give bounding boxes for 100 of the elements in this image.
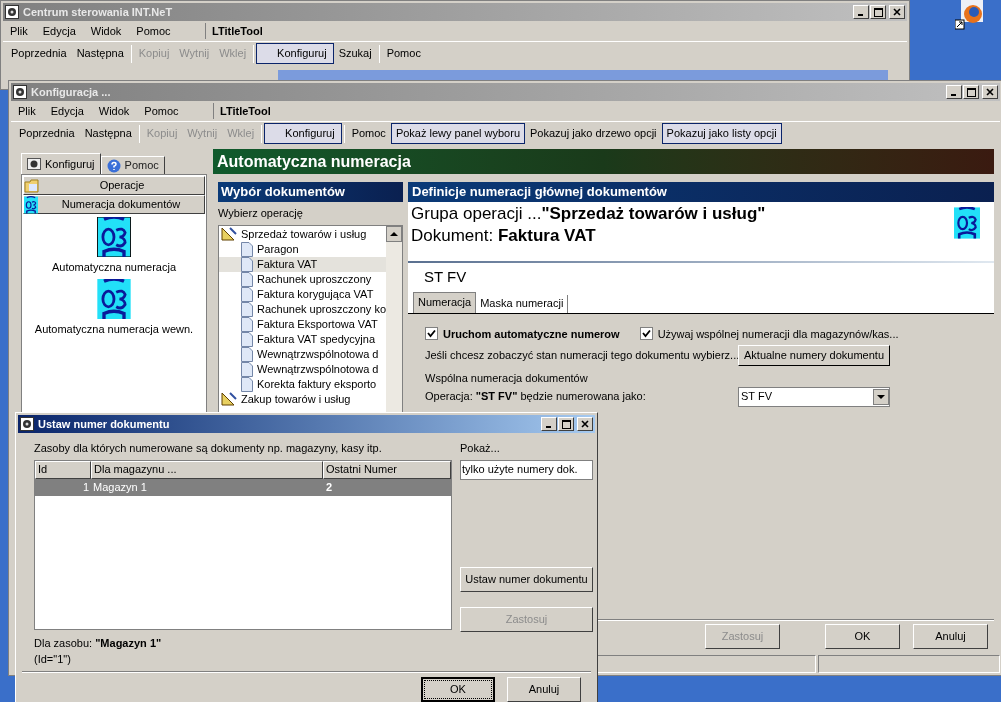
menu-item[interactable]: Plik <box>9 22 29 40</box>
panel-tab[interactable]: Konfiguruj <box>21 153 101 174</box>
help-icon <box>106 158 121 173</box>
operation-line: Operacja: "ST FV" będzie numerowana jako: <box>425 389 647 405</box>
counter-icon <box>97 217 131 257</box>
menu-item[interactable]: Pomoc <box>143 102 180 120</box>
toolbar-button[interactable]: Poprzednia <box>14 123 80 144</box>
dialog-button[interactable]: Anuluj <box>913 624 988 649</box>
option-item[interactable]: Automatyczna numeracja wewn. <box>34 278 194 337</box>
minimize-button[interactable] <box>541 417 557 431</box>
toolbar-button[interactable]: Szukaj <box>333 43 377 64</box>
checkbox[interactable] <box>425 327 438 341</box>
column-header[interactable]: Id <box>35 460 91 479</box>
menu-item[interactable]: Plik <box>17 102 37 120</box>
table-cell-text: Magazyn 1 <box>92 479 148 495</box>
tree-item[interactable]: Faktura VAT spedycyjna <box>219 331 386 347</box>
toolbar-button[interactable]: Pokazuj jako drzewo opcji <box>525 123 662 144</box>
document-icon <box>241 286 253 302</box>
table-cell-text: 2 <box>325 479 334 495</box>
maximize-button[interactable] <box>963 85 979 99</box>
close-button[interactable] <box>982 85 998 99</box>
counter-icon <box>954 207 980 239</box>
tree-item[interactable]: Zakup towarów i usług <box>219 391 386 407</box>
menu-item[interactable]: Widok <box>89 22 123 40</box>
tree-item[interactable]: Rachunek uproszczony <box>219 271 386 287</box>
counter-icon <box>24 194 38 215</box>
column-header[interactable]: Dla magazynu ... <box>91 460 323 479</box>
close-button[interactable] <box>577 417 593 431</box>
option-item[interactable]: Automatyczna numeracja <box>51 217 177 276</box>
side-button[interactable]: Ustaw numer dokumentu <box>460 566 593 592</box>
section-bar[interactable]: Numeracja dokumentów <box>23 195 205 214</box>
scroll-up-icon[interactable] <box>386 225 402 242</box>
menu-item[interactable]: Widok <box>97 102 131 120</box>
document-icon <box>241 256 253 272</box>
checkbox-label: Uruchom automatyczne numerow <box>443 326 620 342</box>
dialog-button[interactable]: OK <box>421 676 495 702</box>
toolbar-button[interactable]: Następna <box>71 43 129 64</box>
minimize-button[interactable] <box>946 85 962 99</box>
table-caption: Zasoby dla których numerowane są dokumenty np. magazyny, kasy itp. <box>34 441 383 456</box>
menu-item[interactable]: Edycja <box>49 102 85 120</box>
document-icon <box>241 346 253 362</box>
tree-item[interactable]: Faktura korygująca VAT <box>219 286 386 302</box>
dialog-button[interactable]: Anuluj <box>507 676 581 702</box>
toolbar-button[interactable]: Pokaż lewy panel wyboru <box>390 123 525 144</box>
tool-title: LTitleTool <box>212 23 263 39</box>
document-icon <box>241 361 253 377</box>
close-icon <box>581 420 589 428</box>
checkbox[interactable] <box>639 327 653 341</box>
toolbar-button[interactable]: Poprzednia <box>6 43 72 64</box>
document-icon <box>241 316 253 332</box>
tree-item[interactable]: Paragon <box>219 241 386 257</box>
document-icon <box>241 376 253 392</box>
toolbar-button[interactable]: Konfiguruj <box>256 43 334 64</box>
tree-item[interactable]: Wewnątrzwspólnotowa d <box>219 346 386 362</box>
tree-item[interactable]: Rachunek uproszczony ko <box>219 301 386 317</box>
maximize-icon <box>873 7 883 17</box>
panel-header: Wybór dokumentów <box>218 182 403 202</box>
window-title: Ustaw numer dokumentu <box>38 416 170 432</box>
counter-icon <box>97 278 131 319</box>
panel-tab[interactable]: Pomoc <box>100 156 165 174</box>
browser-shortcut-icon[interactable] <box>955 0 985 30</box>
app-icon <box>13 85 27 99</box>
minimize-button[interactable] <box>853 5 869 19</box>
section-bar[interactable]: Operacje <box>23 176 205 195</box>
column-header[interactable]: Ostatni Numer <box>323 460 451 479</box>
common-label: Wspólna numeracja dokumentów <box>425 371 589 386</box>
menu-item[interactable]: Edycja <box>41 22 77 40</box>
document-icon <box>241 301 253 317</box>
menu-item[interactable]: Pomoc <box>135 22 172 40</box>
table-cell-text: 1 <box>81 479 90 495</box>
toolbar-button[interactable]: Konfiguruj <box>264 123 342 144</box>
show-select[interactable]: tylko użyte numery dok. <box>460 459 593 480</box>
gear-icon <box>27 157 41 171</box>
maximize-button[interactable] <box>870 5 886 19</box>
toolbar-button[interactable]: Pomoc <box>381 43 426 64</box>
document-icon <box>241 331 253 347</box>
tree-item[interactable]: Faktura VAT <box>219 256 386 272</box>
toolbar-button[interactable]: Pomoc <box>346 123 391 144</box>
close-icon <box>986 88 994 96</box>
maximize-button[interactable] <box>558 417 574 431</box>
tab[interactable]: Numeracja <box>413 291 477 313</box>
window-title: Konfiguracja ... <box>31 84 111 100</box>
field-label: Pokaż... <box>460 441 501 456</box>
tree-item[interactable]: Korekta faktury eksporto <box>219 376 386 392</box>
numbering-select[interactable]: ST FV <box>738 386 890 407</box>
ruler-icon <box>221 227 237 241</box>
checkbox-label: Używaj wspólnej numeracji dla magazynów/kas... <box>657 326 899 342</box>
tree-item[interactable]: Faktura Eksportowa VAT <box>219 316 386 332</box>
document-line: Dokument: Faktura VAT <box>411 225 597 247</box>
tree-item[interactable]: Wewnątrzwspólnotowa d <box>219 361 386 377</box>
tree-item[interactable]: Sprzedaż towarów i usług <box>219 226 386 242</box>
dialog-button[interactable]: OK <box>825 624 900 649</box>
close-button[interactable] <box>889 5 905 19</box>
numbers-button[interactable]: Aktualne numery dokumentu <box>738 345 890 366</box>
close-icon <box>893 8 901 16</box>
toolbar-button[interactable]: Pokazuj jako listy opcji <box>661 123 782 144</box>
hint-text: Jeśli chcesz zobaczyć stan numeracji tego dokumentu wybierz... <box>425 348 738 364</box>
resource-line: Dla zasobu: "Magazyn 1" <box>34 635 163 651</box>
toolbar-button[interactable]: Następna <box>79 123 137 144</box>
panel-header: Definicje numeracji głównej dokumentów <box>408 182 994 202</box>
